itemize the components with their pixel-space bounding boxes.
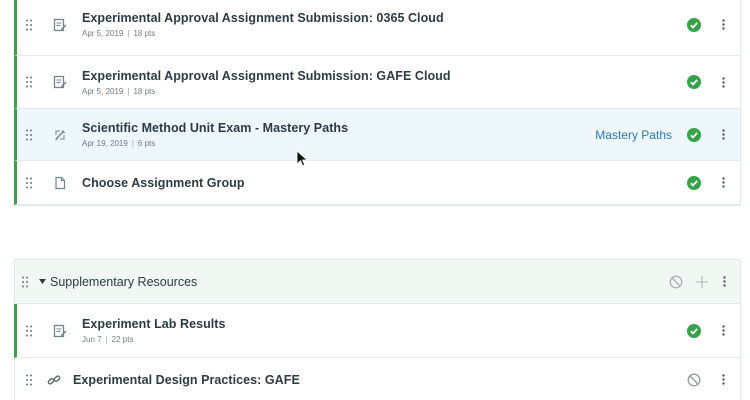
assignment-icon bbox=[51, 322, 69, 340]
module-header[interactable]: Supplementary Resources bbox=[15, 260, 740, 304]
add-icon[interactable] bbox=[696, 275, 708, 288]
kebab-menu-icon[interactable] bbox=[717, 177, 729, 188]
assignment-icon bbox=[51, 73, 69, 91]
kebab-menu-icon[interactable] bbox=[723, 276, 726, 287]
published-check-icon[interactable] bbox=[687, 175, 701, 190]
published-check-icon[interactable] bbox=[687, 17, 701, 32]
kebab-menu-icon[interactable] bbox=[717, 325, 729, 336]
item-title[interactable]: Experiment Lab Results bbox=[82, 317, 687, 331]
points: 22 pts bbox=[111, 335, 134, 344]
kebab-menu-icon[interactable] bbox=[717, 76, 729, 88]
published-check-icon[interactable] bbox=[687, 127, 701, 142]
item-content: Experimental Approval Assignment Submiss… bbox=[82, 69, 687, 96]
meta-separator: | bbox=[131, 139, 134, 148]
item-meta: Apr 5, 2019 | 18 pts bbox=[82, 29, 687, 38]
kebab-menu-icon[interactable] bbox=[717, 19, 729, 30]
module-item[interactable]: Scientific Method Unit Exam - Mastery Pa… bbox=[14, 109, 740, 161]
caret-down-icon[interactable] bbox=[37, 279, 47, 284]
item-title[interactable]: Choose Assignment Group bbox=[82, 176, 687, 190]
quiz-icon bbox=[51, 126, 69, 144]
due-date: Apr 5, 2019 bbox=[82, 86, 124, 96]
mastery-paths-link[interactable]: Mastery Paths bbox=[595, 128, 672, 142]
item-meta: Jun 7 | 22 pts bbox=[82, 335, 687, 344]
drag-handle-icon[interactable] bbox=[19, 19, 39, 31]
drag-handle-icon[interactable] bbox=[19, 325, 39, 337]
unpublished-icon[interactable] bbox=[669, 275, 683, 289]
item-content: Experimental Approval Assignment Submiss… bbox=[82, 11, 687, 38]
module-item[interactable]: Experimental Design Practices: GAFE bbox=[14, 358, 740, 400]
module-item[interactable]: Experimental Approval Assignment Submiss… bbox=[14, 0, 740, 56]
item-meta: Apr 19, 2019 | 6 pts bbox=[82, 139, 595, 148]
module-item[interactable]: Experiment Lab Results Jun 7 | 22 pts bbox=[14, 304, 740, 358]
item-content: Choose Assignment Group bbox=[82, 176, 687, 190]
meta-separator: | bbox=[105, 335, 108, 344]
points: 18 pts bbox=[133, 29, 156, 38]
published-check-icon[interactable] bbox=[687, 75, 701, 89]
published-check-icon[interactable] bbox=[687, 323, 701, 338]
item-title[interactable]: Experimental Design Practices: GAFE bbox=[73, 373, 687, 387]
meta-separator: | bbox=[127, 29, 130, 38]
unpublished-icon[interactable] bbox=[687, 373, 701, 387]
item-title[interactable]: Experimental Approval Assignment Submiss… bbox=[82, 11, 687, 25]
item-content: Experiment Lab Results Jun 7 | 22 pts bbox=[82, 317, 687, 344]
module-top: Experimental Approval Assignment Submiss… bbox=[14, 0, 741, 206]
item-title[interactable]: Experimental Approval Assignment Submiss… bbox=[82, 69, 687, 83]
module-title: Supplementary Resources bbox=[50, 274, 198, 289]
due-date: Apr 5, 2019 bbox=[82, 29, 124, 38]
drag-handle-icon[interactable] bbox=[19, 129, 39, 141]
item-title[interactable]: Scientific Method Unit Exam - Mastery Pa… bbox=[82, 121, 595, 135]
mouse-cursor-icon bbox=[296, 150, 309, 167]
drag-handle-icon[interactable] bbox=[19, 374, 39, 386]
page-icon bbox=[51, 174, 69, 192]
link-icon bbox=[45, 371, 63, 389]
drag-handle-icon[interactable] bbox=[15, 276, 35, 288]
kebab-menu-icon[interactable] bbox=[717, 129, 729, 140]
drag-handle-icon[interactable] bbox=[19, 76, 39, 88]
points: 18 pts bbox=[133, 86, 156, 96]
module-supplementary: Supplementary Resources Experiment Lab R… bbox=[14, 259, 741, 400]
module-item[interactable]: Choose Assignment Group bbox=[14, 161, 740, 205]
kebab-menu-icon[interactable] bbox=[717, 374, 729, 385]
due-date: Apr 19, 2019 bbox=[82, 139, 128, 148]
drag-handle-icon[interactable] bbox=[19, 177, 39, 189]
assignment-icon bbox=[51, 16, 69, 34]
item-content: Experimental Design Practices: GAFE bbox=[73, 373, 687, 387]
module-item[interactable]: Experimental Approval Assignment Submiss… bbox=[14, 56, 740, 109]
item-content: Scientific Method Unit Exam - Mastery Pa… bbox=[82, 121, 595, 148]
meta-separator: | bbox=[127, 86, 130, 96]
due-date: Jun 7 bbox=[82, 335, 102, 344]
points: 6 pts bbox=[137, 139, 156, 148]
item-meta: Apr 5, 2019 | 18 pts bbox=[82, 87, 687, 96]
